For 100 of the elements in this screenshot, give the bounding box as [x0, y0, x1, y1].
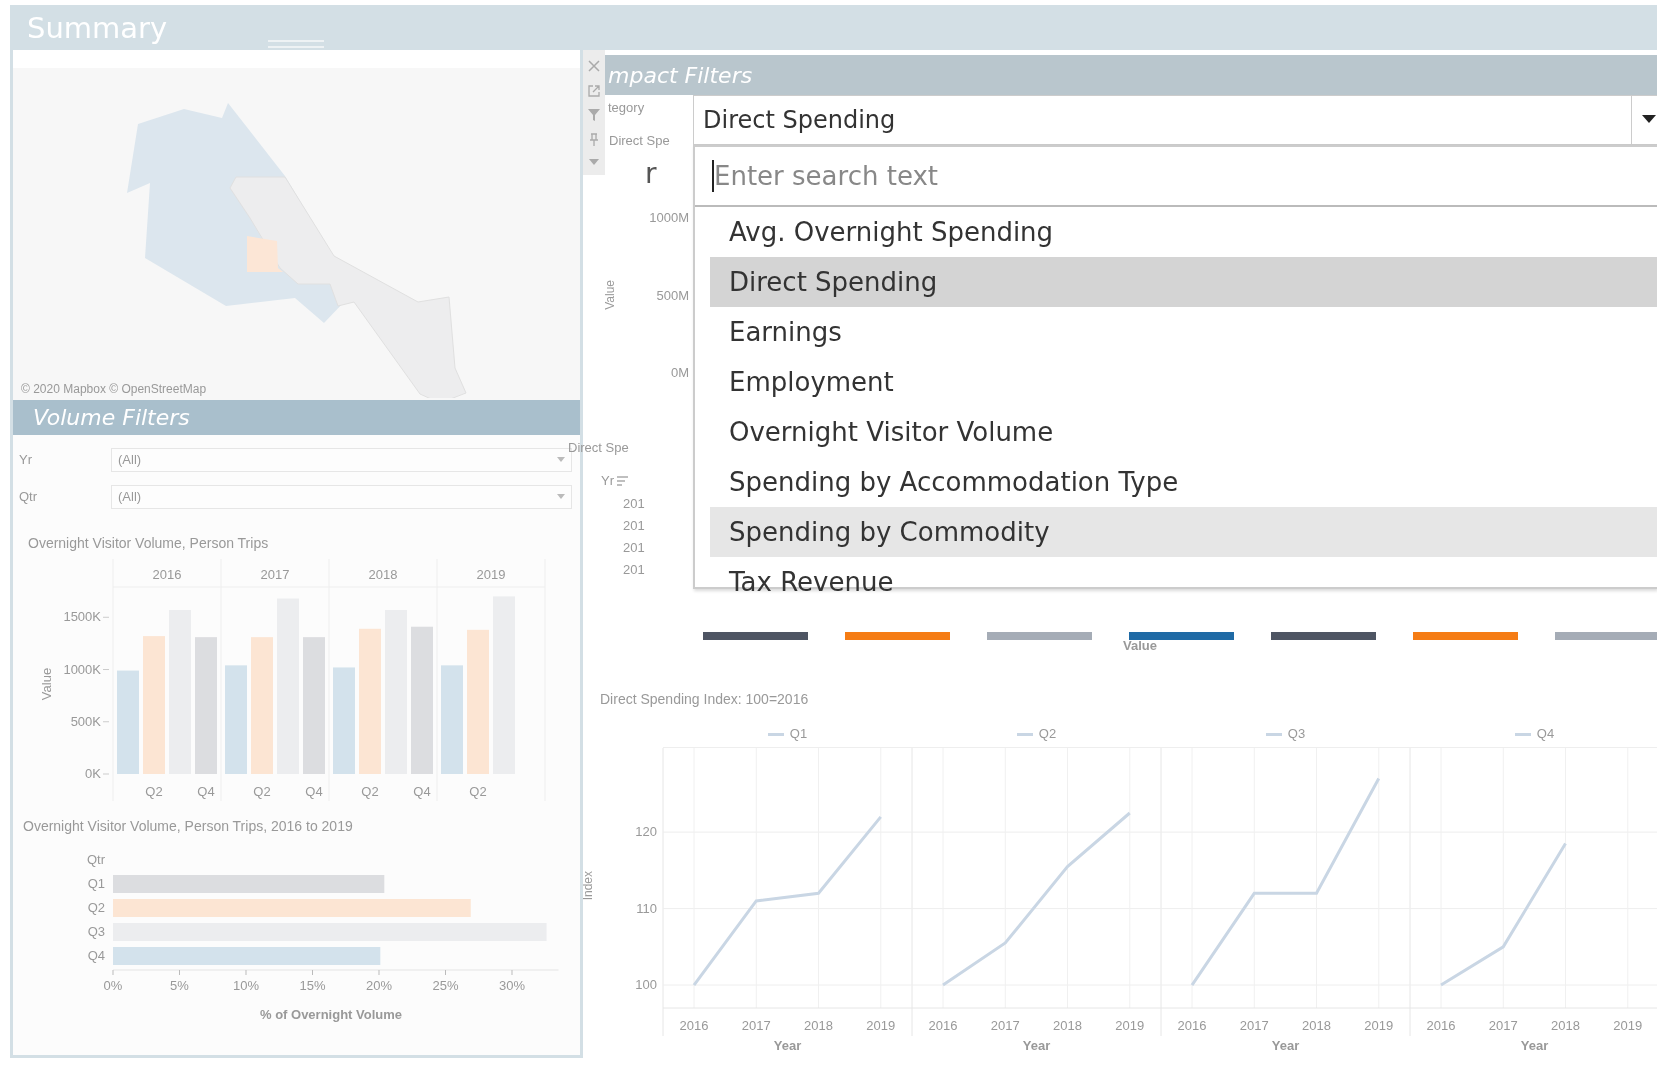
axis-tick-label: 20%	[366, 978, 392, 993]
row-label: 201	[623, 540, 646, 555]
axis-tick-label: 2019	[866, 1018, 896, 1033]
axis-tick-label: Q3	[87, 924, 105, 939]
axis-tick-label: Q1	[87, 876, 105, 891]
axis-label: Qtr	[86, 852, 105, 867]
axis-label: Year	[1519, 1038, 1550, 1053]
axis-tick-label: 10%	[233, 978, 259, 993]
map-attribution: © 2020 Mapbox © OpenStreetMap	[21, 382, 207, 396]
axis-tick-label: 2017	[990, 1018, 1020, 1033]
axis-tick-label: Q2	[253, 784, 271, 799]
caret-icon	[557, 494, 565, 499]
axis-tick-label: 500M	[656, 287, 689, 303]
axis-tick-label: 0K	[85, 766, 101, 781]
year-header: 2019	[476, 567, 506, 582]
axis-tick-label: 30%	[499, 978, 525, 993]
legend-swatch	[1016, 732, 1033, 736]
axis-tick-label: Q2	[145, 784, 163, 799]
popout-icon[interactable]	[587, 83, 601, 98]
axis-tick-label: 25%	[432, 978, 459, 993]
axis-tick-label: 15%	[299, 978, 326, 993]
axis-tick-label: 2018	[1302, 1018, 1331, 1033]
axis-tick-label: Q2	[361, 784, 379, 799]
dropdown-option[interactable]: Avg. Overnight Spending	[710, 207, 1657, 257]
axis-tick-label: 2017	[741, 1018, 771, 1033]
row-label: 201	[623, 518, 646, 533]
drag-handle-icon[interactable]	[268, 40, 324, 48]
chart-title: Direct Spending Index: 100=2016	[600, 691, 810, 707]
axis-label: Year	[772, 1038, 803, 1053]
filter-label: Qtr	[19, 489, 39, 504]
filter-label: tegory	[608, 100, 646, 115]
chart-title: r	[645, 157, 657, 190]
close-icon[interactable]	[587, 59, 601, 74]
axis-label: Index	[581, 871, 595, 901]
axis-tick-label: Q4	[413, 784, 431, 799]
axis-label: Year	[1021, 1038, 1052, 1053]
filter-label: Yr	[19, 452, 33, 467]
axis-tick-label: 2018	[804, 1018, 833, 1033]
axis-tick-label: 2018	[1551, 1018, 1580, 1033]
year-header: 2018	[368, 567, 398, 582]
axis-tick-label: Q4	[87, 948, 105, 963]
pin-icon[interactable]	[587, 133, 601, 148]
filter-icon[interactable]	[587, 108, 601, 123]
axis-label: Value	[603, 280, 617, 310]
row-label: 201	[623, 496, 646, 511]
caret-icon	[557, 457, 565, 462]
axis-tick-label: 2019	[1364, 1018, 1394, 1033]
dropdown-option[interactable]: Overnight Visitor Volume	[710, 407, 1657, 457]
axis-tick-label: 2016	[1177, 1018, 1207, 1033]
axis-tick-label: 2018	[1053, 1018, 1082, 1033]
dropdown-option[interactable]: Earnings	[710, 307, 1657, 357]
axis-tick-label: 0M	[670, 365, 689, 380]
axis-tick-label: 120	[635, 824, 657, 840]
axis-tick-label: 2017	[1239, 1018, 1269, 1033]
chart-title: Overnight Visitor Volume, Person Trips, 2016 to 2019	[23, 818, 354, 834]
section-title: mpact Filters	[608, 62, 753, 88]
axis-tick-label: 2019	[1613, 1018, 1643, 1033]
dropdown-option[interactable]: Tax Revenue	[710, 557, 1657, 607]
dropdown-option[interactable]: Spending by Commodity	[710, 507, 1657, 557]
facet-header: Q1	[789, 725, 808, 743]
facet-header: Q2	[1038, 725, 1057, 743]
axis-tick-label: 2019	[1115, 1018, 1145, 1033]
dropdown-option[interactable]: Spending by Accommodation Type	[710, 457, 1657, 507]
axis-tick-label: 0%	[103, 978, 123, 993]
axis-tick-label: Q4	[305, 784, 323, 799]
axis-tick-label: 2017	[1488, 1018, 1518, 1033]
axis-tick-label: 110	[636, 900, 657, 916]
dropdown-option[interactable]: Employment	[710, 357, 1657, 407]
facet-header: Q3	[1287, 725, 1306, 743]
year-header: 2017	[260, 567, 290, 582]
legend-swatch	[1514, 732, 1531, 736]
axis-tick-label: Q2	[87, 900, 105, 915]
axis-tick-label: 100	[635, 977, 657, 993]
axis-tick-label: 5%	[170, 978, 189, 993]
axis-label: Value	[39, 667, 54, 701]
axis-tick-label: 1000K	[63, 661, 101, 677]
axis-tick-label: 2016	[928, 1018, 958, 1033]
axis-tick-label: 1000M	[649, 210, 689, 225]
axis-label: Value	[1122, 638, 1158, 653]
axis-label: % of Overnight Volume	[259, 1007, 403, 1022]
legend-swatch	[1265, 732, 1282, 736]
axis-tick-label: 500K	[70, 713, 101, 729]
chart-title: Overnight Visitor Volume, Person Trips	[28, 535, 270, 551]
axis-tick-label: 2016	[1426, 1018, 1456, 1033]
column-header: Yr	[601, 473, 614, 488]
year-header: 2016	[152, 567, 182, 582]
category-dropdown[interactable]: Direct Spending	[693, 95, 1657, 145]
sort-icon[interactable]	[617, 475, 629, 486]
dropdown-option[interactable]: Direct Spending	[710, 257, 1657, 307]
legend-swatch	[767, 732, 784, 736]
facet-header: Q4	[1536, 725, 1555, 743]
row-label: 201	[623, 562, 646, 577]
chart-title: Direct Spe	[609, 133, 671, 148]
search-field[interactable]: Enter search text	[714, 149, 1657, 203]
axis-tick-label: 1500K	[63, 609, 101, 625]
axis-tick-label: Q4	[197, 784, 215, 799]
axis-label: Year	[1270, 1038, 1301, 1053]
section-title: Volume Filters	[33, 405, 190, 430]
axis-tick-label: 2016	[679, 1018, 709, 1033]
axis-tick-label: Q2	[469, 784, 487, 799]
